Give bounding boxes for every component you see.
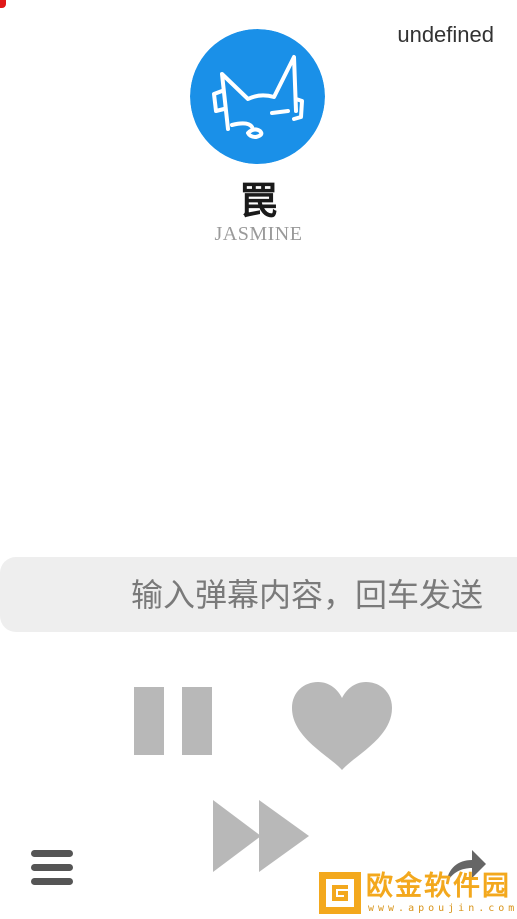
watermark-url: www.apoujin.com bbox=[368, 903, 517, 914]
pause-icon bbox=[134, 687, 212, 755]
heart-icon bbox=[292, 682, 392, 770]
song-artist: JASMINE bbox=[214, 223, 303, 245]
watermark-title: 欧金软件园 bbox=[366, 871, 511, 902]
like-button[interactable] bbox=[290, 680, 394, 772]
status-indicator-dot bbox=[0, 0, 6, 8]
next-track-button[interactable] bbox=[213, 800, 311, 872]
pause-button[interactable] bbox=[134, 687, 214, 755]
danmaku-input[interactable] bbox=[0, 557, 517, 632]
fast-forward-icon bbox=[213, 800, 309, 872]
song-title: 罠 bbox=[239, 179, 278, 223]
playlist-menu-button[interactable] bbox=[31, 850, 73, 886]
cat-face-icon bbox=[190, 29, 325, 164]
menu-icon bbox=[31, 850, 73, 885]
watermark: 欧金软件园 www.apoujin.com bbox=[318, 871, 514, 915]
watermark-logo-icon bbox=[319, 872, 361, 914]
top-right-label: undefined bbox=[397, 22, 494, 47]
album-cover-avatar[interactable] bbox=[190, 29, 325, 164]
music-player-screen: undefined 罠 JASMINE 输入弹幕内容，回车发送 欧金软件园 ww… bbox=[0, 0, 517, 919]
